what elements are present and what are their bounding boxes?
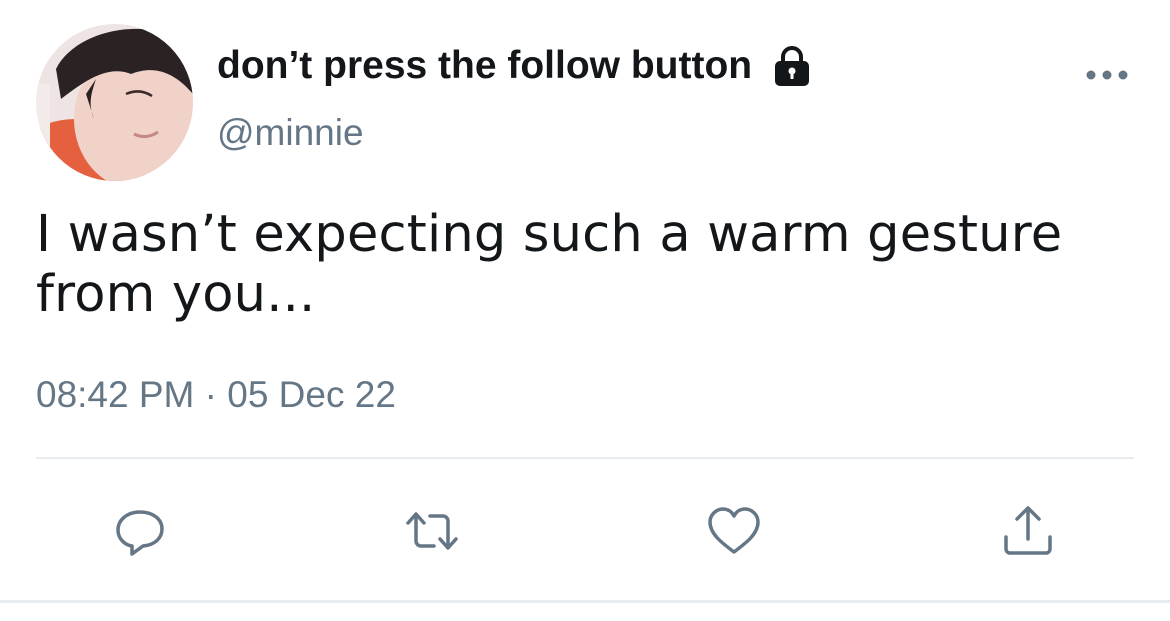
retweet-icon [406, 512, 458, 550]
display-name-text: don’t press the follow button [217, 44, 753, 87]
retweet-button[interactable] [404, 503, 460, 559]
avatar-image [36, 24, 193, 181]
reply-button[interactable] [112, 503, 168, 559]
more-options-icon[interactable] [1084, 60, 1130, 90]
tweet-text: I wasn’t expecting such a warm gesture f… [36, 205, 1063, 324]
divider [36, 457, 1134, 459]
heart-icon [708, 507, 760, 554]
like-button[interactable] [706, 503, 762, 559]
share-button[interactable] [1000, 503, 1056, 559]
display-name[interactable]: don’t press the follow button [217, 44, 812, 88]
user-handle[interactable]: @minnie [217, 112, 364, 154]
avatar[interactable] [36, 24, 193, 181]
reply-icon [116, 510, 164, 556]
share-icon [1004, 506, 1052, 555]
bottom-divider [0, 600, 1170, 603]
lock-icon [772, 45, 812, 87]
tweet-timestamp[interactable]: 08:42 PM · 05 Dec 22 [36, 374, 396, 416]
